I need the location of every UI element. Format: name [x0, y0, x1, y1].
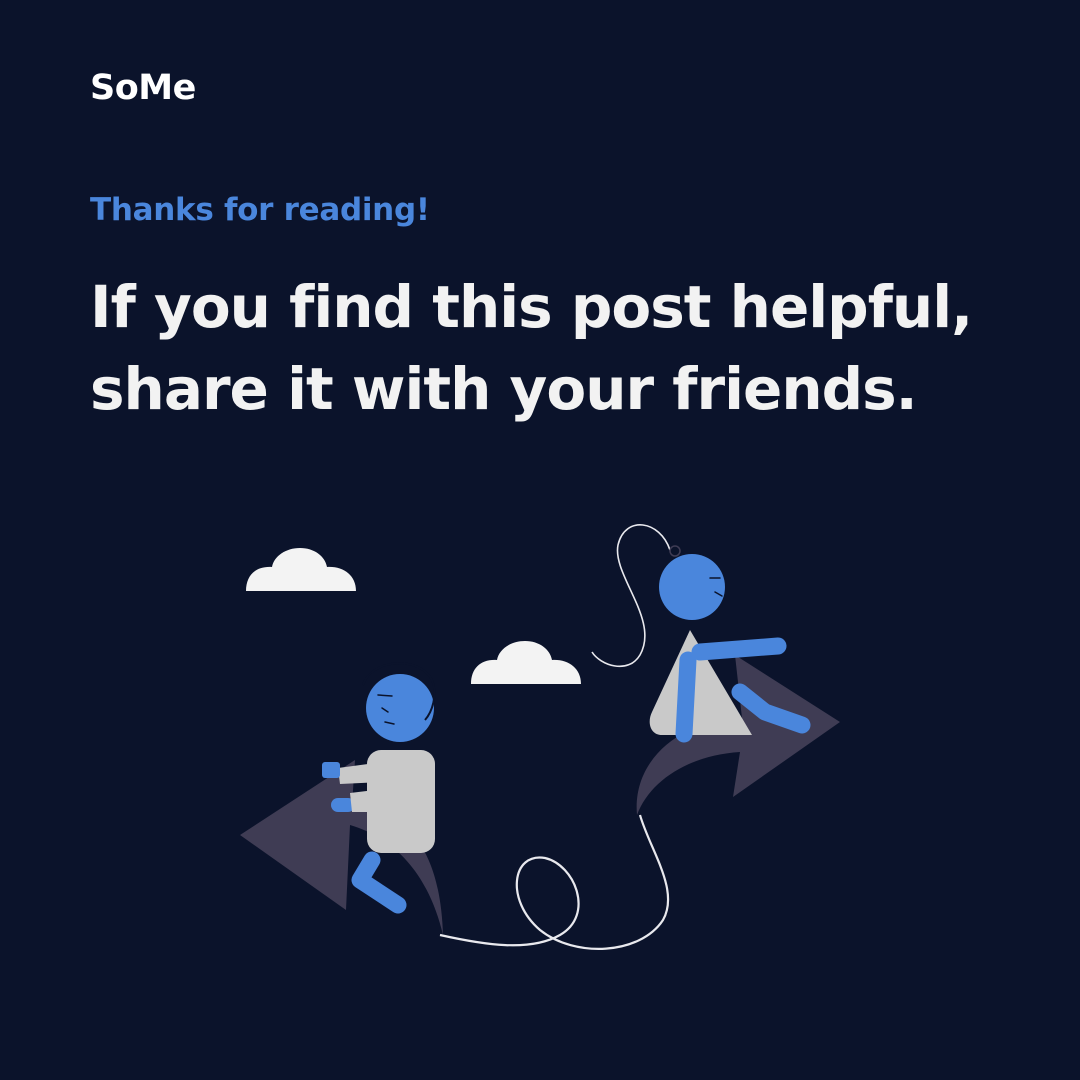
cloud-middle — [471, 641, 581, 684]
illustration — [240, 524, 840, 950]
string-line — [439, 814, 670, 950]
cloud-left — [246, 548, 356, 591]
hair-string — [591, 524, 671, 668]
